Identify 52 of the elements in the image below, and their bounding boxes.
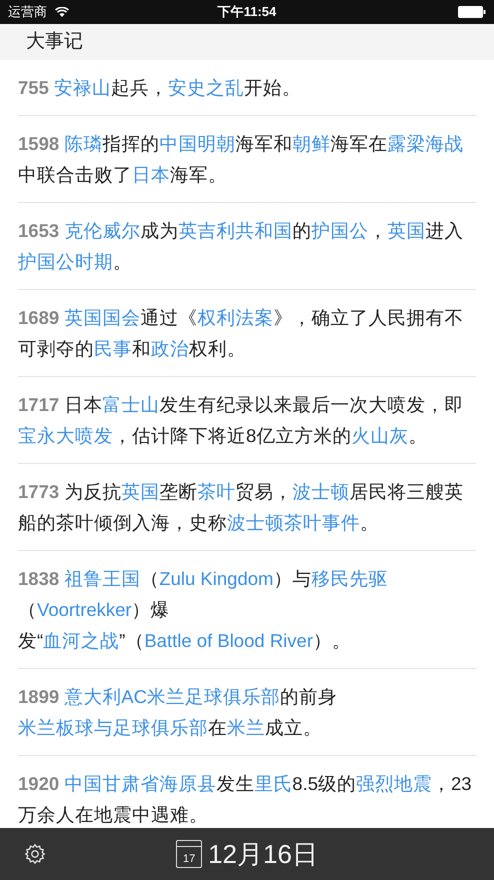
event-link[interactable]: 米兰板球与足球俱乐部 <box>18 717 208 738</box>
event-link[interactable]: 血河之战 <box>43 630 120 651</box>
settings-icon[interactable] <box>24 843 46 865</box>
event-text: 1899 意大利AC米兰足球俱乐部的前身 米兰板球与足球俱乐部在米兰成立。 <box>18 685 338 740</box>
event-link[interactable]: 中国甘肃省海原县 <box>64 773 216 794</box>
event-link[interactable]: Battle of Blood River <box>144 630 313 651</box>
event-link[interactable]: 克伦威尔 <box>64 220 140 241</box>
event-text: 1598 陈璘指挥的中国明朝海军和朝鲜海军在露梁海战 中联合击败了 日本海军。 <box>18 132 464 187</box>
event-link[interactable]: 朝鲜 <box>292 133 330 154</box>
event-link[interactable]: 英吉利共和国 <box>178 220 292 241</box>
event-text: 1773 为反抗英国垄断茶叶贸易，波士顿居民将三艘英船的茶叶倾倒入海，史称波士顿茶叶事件。 <box>18 480 464 535</box>
clock-time: 下午11:54 <box>218 3 276 22</box>
event-text: 755 安禄山起兵，安史之乱开始。 <box>18 76 302 100</box>
event-link[interactable]: 政治 <box>151 338 189 359</box>
wifi-icon <box>55 6 69 18</box>
battery-icon <box>458 6 486 18</box>
event-link[interactable]: 中国明朝 <box>159 133 236 154</box>
event-link[interactable]: Voortrekker <box>37 599 132 620</box>
event-link[interactable]: 护国公时期 <box>18 251 113 272</box>
event-text: 1717 日本富士山发生有纪录以来最后一次大喷发，即 宝永大喷发，估计降下将近8亿立方米的火山灰。 <box>18 393 464 448</box>
event-link[interactable]: 茶叶 <box>197 481 236 502</box>
event-link[interactable]: 陈璘 <box>64 133 102 154</box>
carrier-label: 运营商 <box>8 3 47 22</box>
calendar-day: 17 <box>182 854 196 865</box>
event-text: 1838 祖鲁王国（Zulu Kingdom）与移民先驱 （Voortrekker）爆发“血河之战”（Battle of Blood River）。 <box>18 567 388 653</box>
event-link[interactable]: 英国 <box>387 220 426 241</box>
event-text: 1920 中国甘肃省海原县发生里氏8.5级的强烈地震，23万余人在地震中遇难。 <box>18 772 473 827</box>
event-link[interactable]: 安史之乱 <box>168 77 244 98</box>
event-link[interactable]: 露梁海战 <box>387 133 464 154</box>
event-link[interactable]: 宝永大喷发 <box>18 425 113 446</box>
event-link[interactable]: 火山灰 <box>351 425 408 446</box>
event-link[interactable]: 英国 <box>121 481 160 502</box>
page-title: 大事记 <box>26 30 83 54</box>
event-link[interactable]: 富士山 <box>102 394 160 415</box>
event-link[interactable]: 祖鲁王国 <box>64 568 140 589</box>
event-link[interactable]: 安禄山 <box>54 77 112 98</box>
event-link[interactable]: 强烈地震 <box>356 773 432 794</box>
event-link[interactable]: 移民先驱 <box>311 568 388 589</box>
event-link[interactable]: 日本 <box>132 164 170 185</box>
event-link[interactable]: 英国国会 <box>64 307 140 328</box>
event-link[interactable]: 护国公 <box>311 220 368 241</box>
event-link[interactable]: Zulu Kingdom <box>159 568 274 589</box>
event-link[interactable]: 波士顿茶叶事件 <box>227 512 360 533</box>
event-text: 1653 克伦威尔成为英吉利共和国的护国公，英国进入 护国公时期。 <box>18 219 464 274</box>
event-link[interactable]: 民事 <box>94 338 132 359</box>
event-link[interactable]: 权利法案 <box>197 307 274 328</box>
event-link[interactable]: 波士顿 <box>292 481 350 502</box>
date-label: 12月16日 <box>208 838 318 870</box>
event-link[interactable]: 意大利AC米兰足球俱乐部 <box>64 686 280 707</box>
event-text: 1689 英国国会通过《权利法案》，确立了人民拥有不可剥夺的民事和政治权利。 <box>18 306 464 361</box>
event-link[interactable]: 里氏 <box>254 773 292 794</box>
event-link[interactable]: 米兰 <box>227 717 265 738</box>
